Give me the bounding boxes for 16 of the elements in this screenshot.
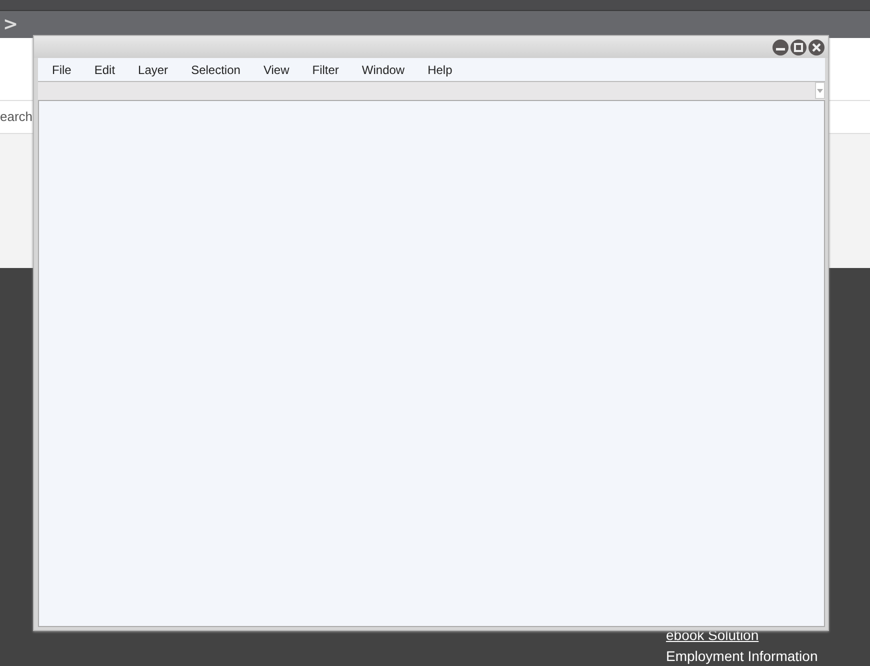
maximize-icon[interactable]	[790, 38, 807, 56]
menu-item[interactable]: Selection	[181, 62, 250, 76]
menu-item[interactable]: Layer	[128, 62, 178, 76]
search-field[interactable]: earch	[0, 107, 32, 127]
footer-link[interactable]: ebook Solution	[666, 627, 818, 643]
menu-item[interactable]: Edit	[84, 62, 126, 76]
menu-item[interactable]: Help	[418, 62, 462, 76]
menu-item[interactable]: Filter	[302, 62, 349, 76]
next-button[interactable]: >	[3, 16, 18, 34]
minimize-icon[interactable]	[772, 38, 789, 56]
caret-icon	[817, 88, 823, 92]
menu-item[interactable]: File	[42, 62, 82, 76]
menu-item[interactable]: Window	[352, 62, 415, 76]
menu-item[interactable]: View	[253, 62, 300, 76]
footer-text: Employment Information	[666, 648, 818, 664]
close-icon[interactable]	[808, 38, 825, 56]
